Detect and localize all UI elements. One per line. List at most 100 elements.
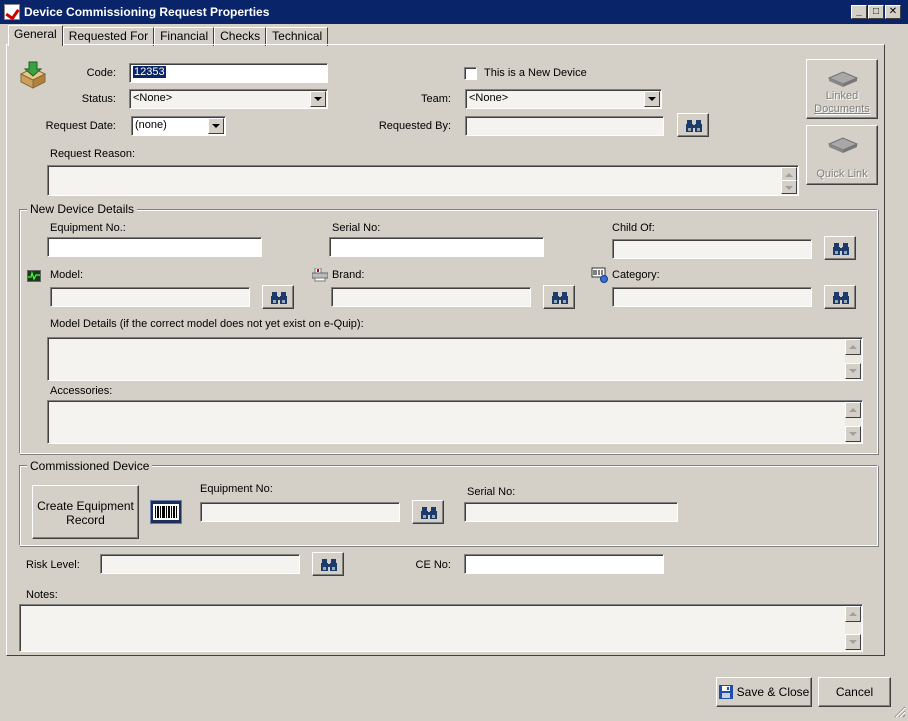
brand-icon: [311, 267, 329, 282]
ce-no-field[interactable]: [464, 554, 664, 574]
commissioned-device-group: [19, 465, 878, 546]
scroll-down-button[interactable]: [845, 363, 861, 379]
linked-documents-button[interactable]: Linked Documents: [806, 59, 878, 119]
request-reason-textarea[interactable]: [47, 165, 799, 196]
scroll-up-button[interactable]: [845, 402, 861, 418]
serial-no-label: Serial No:: [332, 222, 381, 234]
binoculars-icon: [321, 559, 337, 571]
binoculars-icon: [271, 292, 287, 304]
category-lookup-button[interactable]: [824, 285, 856, 309]
scrollbar[interactable]: [845, 402, 861, 442]
code-field[interactable]: 12353: [129, 63, 328, 83]
book-icon: [827, 71, 859, 87]
ce-no-label: CE No:: [415, 559, 451, 571]
code-label: Code:: [86, 67, 116, 79]
tab-general[interactable]: General: [8, 25, 63, 46]
save-close-button[interactable]: Save & Close: [716, 677, 812, 707]
cancel-label: Cancel: [835, 685, 874, 699]
risk-level-field[interactable]: [100, 554, 300, 574]
record-icon: [17, 58, 49, 90]
quick-link-button[interactable]: Quick Link: [806, 125, 878, 185]
child-of-lookup-button[interactable]: [824, 236, 856, 260]
scroll-up-button[interactable]: [845, 339, 861, 355]
category-label: Category:: [612, 269, 660, 281]
brand-lookup-button[interactable]: [543, 285, 575, 309]
create-equipment-line2: Record: [66, 513, 105, 527]
binoculars-icon: [552, 292, 568, 304]
category-field[interactable]: [612, 287, 812, 307]
accessories-textarea[interactable]: [47, 400, 863, 444]
serial-no-field[interactable]: [329, 237, 544, 257]
linked-documents-line1: Linked: [825, 90, 859, 102]
app-icon: [4, 4, 20, 20]
model-label: Model:: [50, 269, 84, 281]
model-lookup-button[interactable]: [262, 285, 294, 309]
commissioned-device-title: Commissioned Device: [27, 459, 153, 473]
model-icon: [27, 270, 41, 282]
risk-level-label: Risk Level:: [26, 559, 80, 571]
resize-grip-icon[interactable]: [893, 705, 906, 718]
scroll-down-button[interactable]: [845, 426, 861, 442]
brand-field[interactable]: [331, 287, 531, 307]
equipment-no-field[interactable]: [47, 237, 262, 257]
commissioned-serial-no-field[interactable]: [464, 502, 678, 522]
binoculars-icon: [421, 507, 437, 519]
save-close-label: Save & Close: [736, 685, 810, 699]
requested-by-field[interactable]: [465, 116, 664, 136]
risk-level-lookup-button[interactable]: [312, 552, 344, 576]
team-dropdown[interactable]: <None>: [465, 89, 662, 109]
team-value: <None>: [469, 92, 509, 104]
create-equipment-record-button[interactable]: Create Equipment Record: [32, 485, 139, 539]
close-button[interactable]: ✕: [885, 5, 901, 19]
code-value: 12353: [133, 66, 166, 78]
child-of-label: Child Of:: [612, 222, 655, 234]
requested-by-lookup-button[interactable]: [677, 113, 709, 137]
scrollbar[interactable]: [845, 339, 861, 379]
model-field[interactable]: [50, 287, 250, 307]
request-date-label: Request Date:: [45, 120, 116, 132]
floppy-disk-icon: [718, 685, 733, 699]
cancel-button[interactable]: Cancel: [818, 677, 891, 707]
request-date-picker[interactable]: (none): [131, 116, 226, 136]
chevron-down-icon[interactable]: [310, 91, 326, 107]
maximize-button[interactable]: □: [868, 5, 884, 19]
linked-documents-line2: Documents: [814, 103, 870, 115]
status-label: Status:: [81, 93, 116, 105]
binoculars-icon: [833, 292, 849, 304]
new-device-checkbox[interactable]: [464, 67, 477, 80]
book-icon: [827, 137, 859, 153]
model-details-textarea[interactable]: [47, 337, 863, 381]
binoculars-icon: [833, 243, 849, 255]
category-icon: [591, 267, 609, 283]
equipment-no-label: Equipment No.:: [50, 222, 126, 234]
request-reason-label: Request Reason:: [50, 148, 135, 160]
status-dropdown[interactable]: <None>: [129, 89, 328, 109]
scroll-down-button[interactable]: [781, 180, 797, 194]
tab-strip: General Requested For Financial Checks T…: [8, 25, 329, 46]
commissioned-equipment-no-field[interactable]: [200, 502, 400, 522]
accessories-label: Accessories:: [50, 385, 113, 397]
create-equipment-line1: Create Equipment: [37, 499, 134, 513]
requested-by-label: Requested By:: [378, 120, 451, 132]
binoculars-icon: [686, 120, 702, 132]
chevron-down-icon[interactable]: [644, 91, 660, 107]
barcode-icon: [150, 500, 182, 524]
notes-label: Notes:: [26, 589, 58, 601]
team-label: Team:: [421, 93, 451, 105]
quick-link-label: Quick Link: [816, 168, 868, 180]
scroll-up-button[interactable]: [781, 167, 797, 181]
notes-textarea[interactable]: [19, 604, 863, 652]
scroll-up-button[interactable]: [845, 606, 861, 622]
commissioned-equipment-lookup-button[interactable]: [412, 500, 444, 524]
minimize-button[interactable]: _: [851, 5, 867, 19]
chevron-down-icon[interactable]: [208, 118, 224, 134]
child-of-field[interactable]: [612, 239, 812, 259]
scroll-down-button[interactable]: [845, 634, 861, 650]
scrollbar[interactable]: [845, 606, 861, 650]
brand-label: Brand:: [332, 269, 365, 281]
model-details-label: Model Details (if the correct model does…: [50, 318, 364, 330]
request-date-value: (none): [135, 119, 167, 131]
commissioned-equipment-no-label: Equipment No:: [200, 483, 273, 495]
new-device-details-title: New Device Details: [27, 202, 138, 216]
scrollbar[interactable]: [781, 167, 797, 194]
